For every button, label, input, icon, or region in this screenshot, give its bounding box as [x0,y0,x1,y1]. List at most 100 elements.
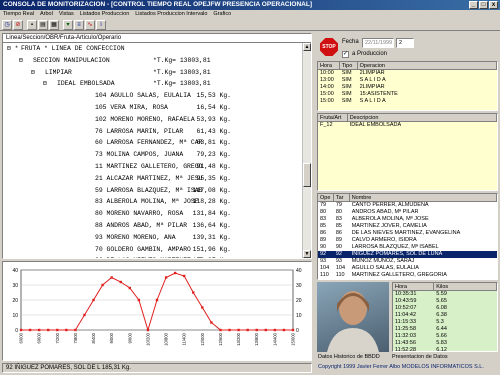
save-icon[interactable]: ▪ [27,20,37,30]
grid3-row[interactable]: 92 92 IÑIGUEZ POMARES, SOL DE LUNA [318,251,497,258]
footer-historico: Datos Historico de BBDD [318,354,380,360]
grid3-cell: 89 [320,237,327,243]
tree-expander-icon[interactable]: ⊟ * [7,43,19,55]
produccion-checkbox[interactable]: ✓ [342,51,349,58]
tree-node-row[interactable]: ⊟ SECCION MANIPULACION *T.Kg= 13803,81 [3,55,311,67]
col-hora-kilos[interactable]: Hora [393,283,435,290]
data-point [110,276,113,279]
col-kilos[interactable]: Kilos [434,283,497,290]
y-tick-label-right: 0 [296,328,299,334]
tree-operator-row[interactable]: 93 MORENO MORENO, ANA 139,31 Kg. [3,232,311,244]
x-tick-label: 6/600 [37,332,42,343]
grid1-row[interactable]: 15:00 SIM S A L I D A [318,98,497,105]
tree-row-label: 60 LARROSA FERNANDEZ, Mª CAR [95,139,203,147]
menu-arbol[interactable]: Arbol [40,10,53,19]
tree-operator-row[interactable]: 80 MORENO NAVARRO, ROSA 131,84 Kg. [3,208,311,220]
fecha-input[interactable]: 22/11/1999 [362,38,394,48]
tree-operator-row[interactable]: 105 VERA MIRA, ROSA 16,54 Kg. [3,102,311,114]
tree-node-row[interactable]: ⊟ LIMPIAR *T.Kg= 13803,81 [3,67,311,79]
stop-icon[interactable]: ⊘ [13,20,23,30]
window-title: CONSOLA DE MONITORIZACION - [CONTROL TIE… [3,1,313,8]
tree-operator-row[interactable]: 104 AGULLO SALAS, EULALIA 15,53 Kg. [3,90,311,102]
tree-scrollbar[interactable]: ▲ ▼ [302,43,311,258]
clock-icon[interactable]: ◷ [2,20,12,30]
close-button[interactable]: x [489,1,498,9]
tree-row-label: 102 MORENO MORENO, RAFAELA [95,115,195,123]
col-fruta-art[interactable]: Fruta/Art [318,114,348,121]
grid3-cell: 80 [335,209,342,215]
maximize-button[interactable]: □ [479,1,488,9]
grid4-row[interactable]: 10:52:07 6.08 [393,305,497,312]
col-tipo[interactable]: Tipo [340,62,358,69]
col-nombre[interactable]: Nombre [350,194,497,201]
tree-operator-row[interactable]: 21 ALCAZAR MARTINEZ, Mª JESU 95,35 Kg. [3,173,311,185]
filter-icon[interactable]: ▾ [63,20,73,30]
tree-operator-row[interactable]: 86 DE LAS NIEVES MARTINEZ, E159,97 Kg. [3,255,311,258]
col-operacion[interactable]: Operacion [358,62,497,69]
col-ope[interactable]: Ope [318,194,334,201]
tree-expander-icon[interactable]: ⊟ [43,78,47,90]
grid3-row[interactable]: 85 85 MARTINEZ JOVER, CAMELIA [318,223,497,230]
menu-tiempo-real[interactable]: Tiempo Real [3,10,34,19]
grid4-row[interactable]: 11:15:33 5.3 [393,319,497,326]
tree-expander-icon[interactable]: ⊟ [31,67,35,79]
grid4-row[interactable]: 11:32:03 5.66 [393,333,497,340]
grid1-row[interactable]: 15:00 SIM 15:ASISTENTE [318,91,497,98]
grid1-row[interactable]: 10:00 SIM 2LIMPIAR [318,70,497,77]
chart-icon[interactable]: ∿ [85,20,95,30]
grid3-row[interactable]: 90 90 LARROSA BLAZQUEZ, Mª ISABEL [318,244,497,251]
menu-grafico[interactable]: Grafico [213,10,231,19]
tree-operator-row[interactable]: 83 ALBEROLA MOLINA, Mª JOSE 118,28 Kg. [3,196,311,208]
grid4-row[interactable]: 10:35:31 5.59 [393,291,497,298]
grid3-row[interactable]: 93 93 MUÑOZ MUÑOZ, SARAJ [318,258,497,265]
tree-operator-row[interactable]: 60 LARROSA FERNANDEZ, Mª CAR 63,81 Kg. [3,137,311,149]
grid3-row[interactable]: 104 104 AGULLO SALAS, EULALIA [318,265,497,272]
tree-operator-row[interactable]: 102 MORENO MORENO, RAFAELA 53,93 Kg. [3,114,311,126]
tree-operator-row[interactable]: 76 LARROSA MARIN, PILAR 61,43 Kg. [3,126,311,138]
grid4-row[interactable]: 11:04:42 6.38 [393,312,497,319]
grid2-row[interactable]: F_12 IDEAL EMBOLSADA [318,122,497,129]
menu-vistas[interactable]: Vistas [59,10,74,19]
print-preview-icon[interactable]: ▦ [49,20,59,30]
tree-row-value: 53,93 Kg. [196,115,231,123]
tree-operator-row[interactable]: 59 LARROSA BLAZQUEZ, Mª ISAB 117,08 Kg. [3,185,311,197]
tree-row-value: 159,97 Kg. [193,255,231,258]
tree-icon[interactable]: ≡ [74,20,84,30]
grid4-row[interactable]: 10:43:59 5.65 [393,298,497,305]
grid3-cell: MARTINEZ GALLETERO, GREGORIA [351,272,447,278]
menu-listados-produccion[interactable]: Listados Produccion [80,10,130,19]
print-icon[interactable]: ▤ [38,20,48,30]
tree-node-row[interactable]: ⊟ IDEAL EMBOLSADA *T.Kg= 13803,81 [3,78,311,90]
grid3-row[interactable]: 110 110 MARTINEZ GALLETERO, GREGORIA [318,272,497,279]
grid1-row[interactable]: 13:00 SIM S A L I D A [318,77,497,84]
grid1-row[interactable]: 14:00 SIM 2LIMPIAR [318,84,497,91]
grid4-row[interactable]: 11:25:58 6.44 [393,326,497,333]
stop-button[interactable]: STOP [320,38,338,56]
data-point [255,328,258,332]
info-icon[interactable]: i [96,20,106,30]
scroll-up-icon[interactable]: ▲ [303,43,311,51]
tree-node-row[interactable]: ⊟ * FRUTA * LINEA DE CONFECCION [3,43,311,55]
grid3-row[interactable]: 83 83 ALBEROLA MOLINA, Mª JOSE [318,216,497,223]
col-descripcion[interactable]: Descripcion [348,114,497,121]
minimize-button[interactable]: _ [469,1,478,9]
grid3-row[interactable]: 79 79 CANTO PERRER, ALMUDENA [318,202,497,209]
grid3-row[interactable]: 89 89 CALVO ARMERO, ISIDRA [318,237,497,244]
menu-listados-intervalo[interactable]: Listados Produccion Intervalo [135,10,207,19]
tree-operator-row[interactable]: 88 ANDROS ABAD, Mª PILAR 136,64 Kg. [3,220,311,232]
fecha-number-select[interactable]: 2 [396,38,414,48]
tree-operator-row[interactable]: 70 GOLDERO GAMBIN, AMPARO 151,96 Kg. [3,244,311,256]
y-tick-label-left: 20 [12,298,18,304]
scroll-down-icon[interactable]: ▼ [303,250,311,258]
tree-operator-row[interactable]: 73 MOLINA CAMPOS, JUANA 79,23 Kg. [3,149,311,161]
col-tar[interactable]: Tar [334,194,350,201]
tree-operator-row[interactable]: 11 MARTINEZ GALLETERO, GREGO 91,48 Kg. [3,161,311,173]
scroll-thumb[interactable] [303,163,311,187]
grid3-row[interactable]: 80 80 ANDROS ABAD, Mª PILAR [318,209,497,216]
col-hora[interactable]: Hora [318,62,340,69]
grid3-row[interactable]: 86 86 DE LAS NIEVES MARTINEZ, EVANGELINA [318,230,497,237]
tree-expander-icon[interactable]: ⊟ [19,55,23,67]
grid4-row[interactable]: 11:52:28 6.12 [393,347,497,351]
grid3-cell: 80 [320,209,327,215]
grid4-row[interactable]: 11:43:56 5.83 [393,340,497,347]
